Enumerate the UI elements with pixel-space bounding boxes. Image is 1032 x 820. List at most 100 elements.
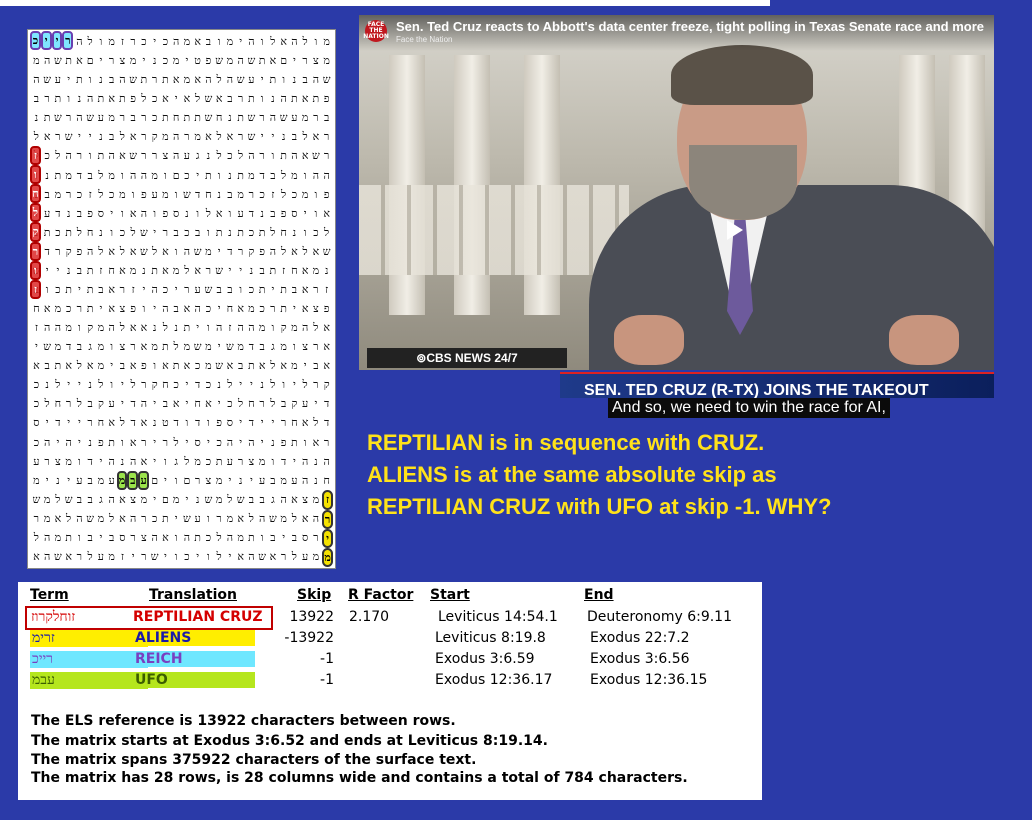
matrix-letter: ר [162, 435, 169, 449]
matrix-letter: צ [119, 302, 126, 316]
matrix-letter: א [312, 130, 320, 144]
matrix-letter: ר [323, 130, 330, 144]
matrix-letter: ל [98, 187, 104, 201]
matrix-letter: פ [323, 302, 330, 316]
matrix-letter: ת [183, 321, 191, 335]
matrix-letter: י [217, 244, 221, 258]
lower-third-text: SEN. TED CRUZ (R-TX) JOINS THE TAKEOUT [584, 382, 929, 398]
matrix-letter: ל [270, 359, 276, 373]
video-channel[interactable]: Face the Nation [396, 35, 452, 44]
matrix-letter: ט [162, 416, 169, 430]
matrix-letter: א [172, 397, 180, 411]
video-title[interactable]: Sen. Ted Cruz reacts to Abbott's data ce… [396, 19, 984, 34]
matrix-letter: א [183, 359, 191, 373]
skip-cell: -1 [320, 672, 334, 688]
channel-logo-icon[interactable]: FACE THE NATION [363, 20, 389, 42]
matrix-letter: ע [194, 282, 201, 296]
matrix-letter: ת [248, 530, 255, 544]
matrix-letter: ל [313, 416, 319, 430]
matrix-letter: ר [141, 149, 147, 163]
matrix-letter: ו [217, 35, 221, 49]
matrix-letter: א [108, 416, 115, 430]
matrix-letter: מ [312, 492, 320, 506]
matrix-letter: כ [259, 187, 265, 201]
matrix-letter: א [119, 263, 126, 277]
header-end: End [584, 587, 614, 603]
matrix-letter: פ [98, 435, 104, 449]
matrix-letter: ה [108, 149, 115, 163]
matrix-letter: מ [291, 321, 298, 335]
matrix-letter: א [269, 549, 277, 563]
matrix-letter: ת [215, 225, 223, 239]
video-player[interactable]: FACE THE NATION Sen. Ted Cruz reacts to … [359, 15, 994, 370]
matrix-letter: נ [271, 435, 275, 449]
matrix-letter: מ [323, 54, 330, 68]
reptilian-cruz-highlight: ז [30, 145, 41, 165]
matrix-letter: ת [291, 92, 298, 106]
matrix-letter: ש [182, 187, 191, 201]
matrix-letter: ל [238, 149, 244, 163]
matrix-letter: א [172, 73, 180, 87]
matrix-letter: י [239, 435, 243, 449]
matrix-letter: מ [258, 321, 266, 335]
matrix-letter: י [282, 530, 286, 544]
matrix-letter: פ [76, 244, 83, 258]
matrix-letter: מ [97, 321, 105, 335]
matrix-letter: נ [292, 73, 297, 87]
matrix-letter: ב [270, 168, 276, 182]
matrix-letter: א [301, 302, 309, 316]
matrix-letter: ר [76, 149, 83, 163]
matrix-letter: ר [33, 511, 40, 525]
matrix-letter: א [65, 549, 72, 563]
matrix-letter: ע [54, 73, 61, 87]
matrix-letter: ע [151, 187, 158, 201]
matrix-letter: מ [237, 530, 244, 544]
matrix-letter: ס [291, 206, 298, 220]
matrix-letter: א [129, 244, 137, 258]
matrix-letter: י [45, 473, 49, 487]
matrix-letter: פ [162, 206, 169, 220]
matrix-letter: ש [204, 111, 213, 125]
matrix-letter: ש [129, 73, 138, 87]
matrix-letter: ל [119, 244, 125, 258]
matrix-letter: ב [270, 473, 276, 487]
matrix-letter: נ [66, 206, 71, 220]
matrix-letter: ד [323, 397, 330, 411]
matrix-letter: ה [248, 321, 255, 335]
matrix-letter: מ [151, 168, 158, 182]
skip-cell: -1 [320, 651, 334, 667]
matrix-letter: א [312, 435, 320, 449]
matrix-letter: ק [87, 321, 94, 335]
matrix-letter: כ [55, 225, 61, 239]
matrix-letter: ל [98, 168, 104, 182]
matrix-letter: ס [194, 435, 201, 449]
matrix-letter: ע [44, 206, 51, 220]
matrix-letter: ו [228, 206, 232, 220]
matrix-letter: פ [205, 54, 212, 68]
matrix-letter: ש [215, 54, 224, 68]
matrix-letter: כ [313, 225, 319, 239]
matrix-letter: ת [280, 302, 287, 316]
matrix-letter: ב [87, 530, 93, 544]
matrix-letter: ר [184, 282, 190, 296]
matrix-letter: ל [227, 492, 233, 506]
matrix-letter: ה [43, 549, 51, 563]
matrix-letter: ש [43, 73, 52, 87]
matrix-letter: י [45, 416, 49, 430]
matrix-letter: ע [33, 454, 40, 468]
matrix-letter: ח [33, 302, 40, 316]
matrix-letter: נ [77, 92, 82, 106]
matrix-letter: י [260, 435, 264, 449]
matrix-letter: ב [76, 340, 83, 354]
matrix-letter: צ [313, 54, 319, 68]
matrix-letter: ב [259, 340, 265, 354]
matrix-letter: ר [44, 454, 50, 468]
matrix-letter: ל [130, 225, 136, 239]
end-cell: Exodus 22:7.2 [590, 630, 690, 646]
matrix-letter: ר [108, 54, 115, 68]
play-icon[interactable] [727, 220, 743, 240]
matrix-letter: ר [237, 454, 244, 468]
matrix-letter: ו [292, 340, 296, 354]
matrix-letter: ר [76, 302, 83, 316]
matrix-letter: ם [86, 54, 94, 68]
